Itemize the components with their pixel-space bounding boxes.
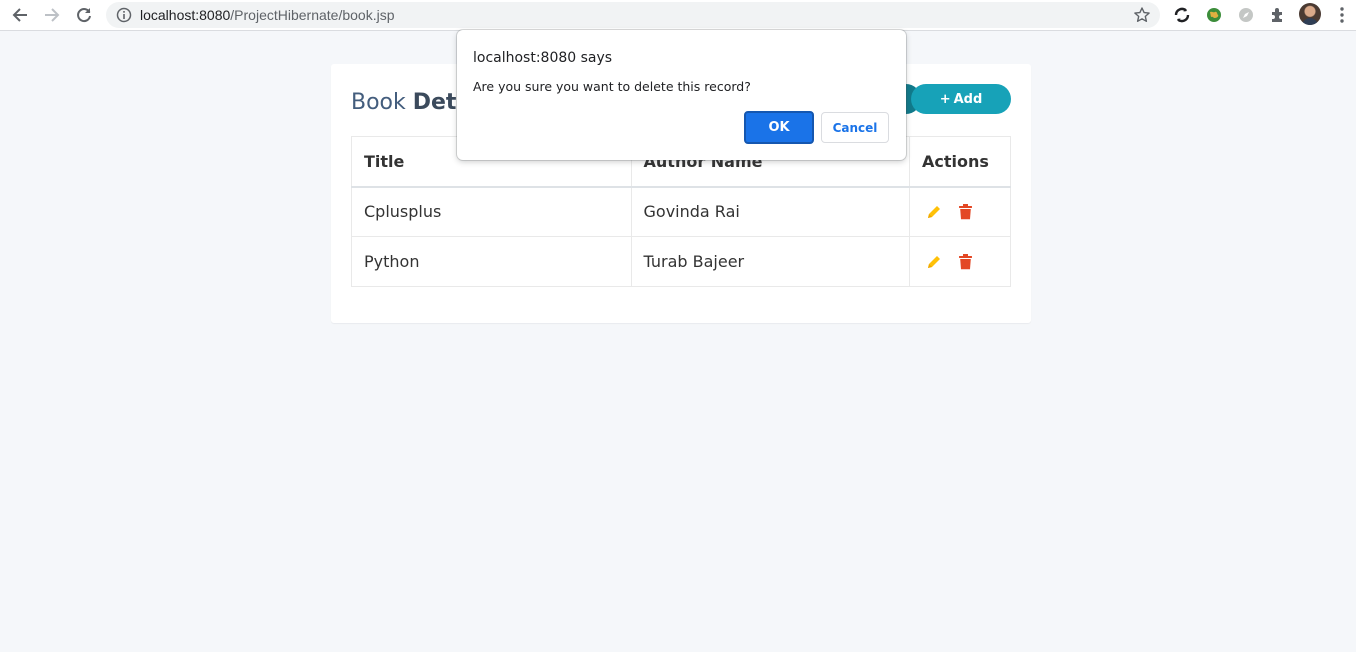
table-row: Cplusplus Govinda Rai <box>351 186 1011 237</box>
star-icon[interactable] <box>1133 6 1151 24</box>
add-button[interactable]: + Add <box>911 84 1011 114</box>
url-path: /ProjectHibernate/book.jsp <box>230 7 395 23</box>
reload-icon[interactable] <box>72 3 96 27</box>
table-row: Python Turab Bajeer <box>351 236 1011 287</box>
kebab-menu-icon[interactable] <box>1332 5 1352 25</box>
profile-avatar[interactable] <box>1299 3 1321 25</box>
pencil-icon[interactable] <box>926 203 942 221</box>
url-host: localhost:8080 <box>140 7 231 23</box>
sync-extension-icon[interactable] <box>1172 5 1192 25</box>
cell-title: Python <box>351 236 632 287</box>
address-bar[interactable]: localhost:8080/ProjectHibernate/book.jsp <box>106 2 1160 28</box>
cell-actions <box>909 236 1011 287</box>
back-icon[interactable] <box>8 3 32 27</box>
puzzle-icon[interactable] <box>1268 5 1288 25</box>
confirm-dialog: localhost:8080 says Are you sure you wan… <box>457 30 906 160</box>
trash-icon[interactable] <box>957 203 973 221</box>
url-text[interactable]: localhost:8080/ProjectHibernate/book.jsp <box>140 7 395 23</box>
cancel-button[interactable]: Cancel <box>821 112 889 143</box>
browser-toolbar: localhost:8080/ProjectHibernate/book.jsp <box>0 0 1356 31</box>
forward-icon[interactable] <box>40 3 64 27</box>
cell-author: Turab Bajeer <box>630 236 911 287</box>
compass-extension-icon[interactable] <box>1236 5 1256 25</box>
cell-title: Cplusplus <box>351 186 632 237</box>
title-light: Book <box>351 90 413 115</box>
ok-button[interactable]: OK <box>744 111 814 144</box>
page-title: Book Deta <box>351 90 471 115</box>
dialog-message: Are you sure you want to delete this rec… <box>473 79 751 94</box>
cell-author: Govinda Rai <box>630 186 911 237</box>
pencil-icon[interactable] <box>926 253 942 271</box>
cell-actions <box>909 186 1011 237</box>
trash-icon[interactable] <box>957 253 973 271</box>
dialog-title: localhost:8080 says <box>473 50 613 66</box>
header-actions: Actions <box>909 136 1011 188</box>
add-button-label: Add <box>953 91 983 107</box>
info-icon[interactable] <box>116 7 132 23</box>
plus-icon: + <box>939 91 951 107</box>
globe-extension-icon[interactable] <box>1204 5 1224 25</box>
